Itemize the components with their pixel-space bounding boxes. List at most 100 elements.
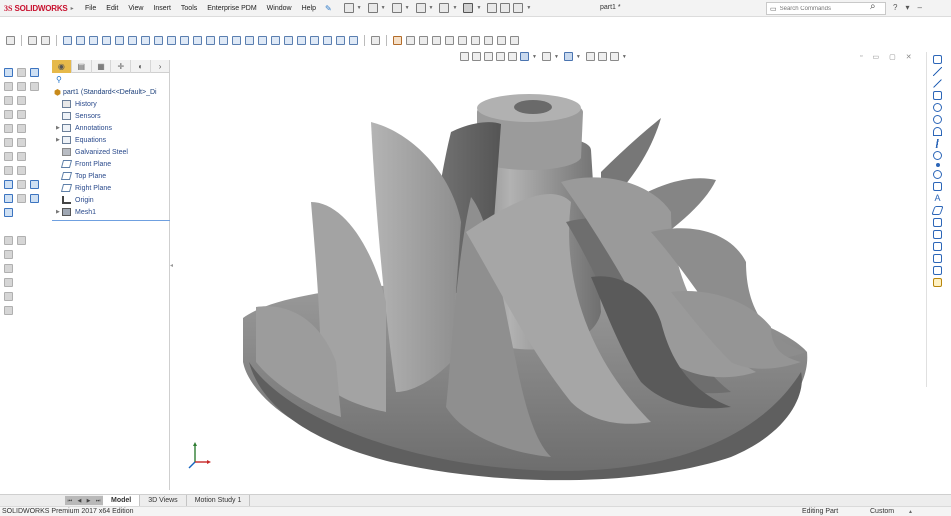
apply-scene-icon[interactable] [484,35,493,45]
tree-item-mesh1[interactable]: ▶ Mesh1 [56,206,169,218]
chevron-down-icon[interactable]: ▼ [622,54,627,60]
resources-icon[interactable] [933,55,942,64]
cut-tool-icon[interactable] [17,81,26,91]
chevron-down-icon[interactable]: ▼ [429,5,434,11]
tab-motion-study-1[interactable]: Motion Study 1 [187,495,251,506]
feature-tree-root[interactable]: ⬢ part1 (Standard<<Default>_Di [52,86,169,98]
menu-insert[interactable]: Insert [148,0,176,17]
chevron-down-icon[interactable]: ▼ [476,5,481,11]
view-orientation-icon[interactable] [520,52,529,61]
pin-icon[interactable]: ✎ [325,4,332,13]
reference-tool-icon[interactable] [4,137,13,147]
rebuild-icon[interactable] [487,3,498,13]
reference-geometry-icon[interactable] [63,35,72,45]
wrap-icon[interactable] [284,35,293,45]
draft-tool-icon[interactable] [17,109,26,119]
dynamic-annotation-icon[interactable] [508,52,517,61]
display-relations-icon[interactable] [933,266,942,275]
zoom-to-area-icon[interactable] [472,52,481,61]
chevron-down-icon[interactable]: ▾ [905,3,909,12]
offset-entities-icon[interactable] [933,182,942,191]
text-icon[interactable]: A [933,194,942,203]
linear-pattern-icon[interactable] [933,254,942,263]
menu-window[interactable]: Window [262,0,297,17]
chevron-down-icon[interactable]: ▼ [576,54,581,60]
shell-tool-icon[interactable] [4,109,13,119]
tab-3d-views[interactable]: 3D Views [140,495,187,506]
tile-icon[interactable]: ▭ [872,53,879,61]
dimxpert-tab-icon[interactable]: ✛ [111,60,132,73]
tool-c-icon[interactable] [4,249,13,259]
last-tab-icon[interactable]: ⏭ [96,498,101,504]
previous-view-icon[interactable] [484,52,493,61]
trim-icon[interactable] [933,230,942,239]
file-properties-icon[interactable] [500,3,511,13]
fillet-icon[interactable] [167,35,176,45]
move-tool-icon[interactable] [17,151,26,161]
combine-tool-icon[interactable] [17,165,26,175]
intersect-tool-icon[interactable] [17,123,26,133]
hole-wizard-icon[interactable] [271,35,280,45]
select-icon[interactable] [41,35,50,45]
restore-icon[interactable]: ▫ [860,53,862,61]
pattern-icon[interactable] [245,35,254,45]
edit-appearance-icon[interactable] [471,35,480,45]
menu-edit[interactable]: Edit [101,0,123,17]
arc-icon[interactable] [933,127,942,136]
mirror-icon[interactable] [232,35,241,45]
point-icon[interactable] [89,35,98,45]
zoom-to-fit-icon[interactable] [460,52,469,61]
scene-icon[interactable] [406,35,415,45]
tool-g-icon[interactable] [4,305,13,315]
convert-entities-icon[interactable] [933,218,942,227]
mesh-prep-icon[interactable] [17,193,26,203]
view-settings-icon[interactable] [609,52,619,61]
dimension-tool-icon[interactable] [17,67,26,77]
tree-item-annotations[interactable]: ▶ Annotations [56,122,169,134]
chevron-right-icon[interactable]: › [151,60,169,73]
intersect-icon[interactable] [310,35,319,45]
mirror-entities-icon[interactable] [933,242,942,251]
open-folder-icon[interactable] [367,3,378,13]
menu-file[interactable]: File [80,0,101,17]
sketch-fillet-icon[interactable] [933,170,942,179]
chevron-down-icon[interactable]: ▼ [452,5,457,11]
delete-face-icon[interactable] [349,35,358,45]
menu-view[interactable]: View [123,0,148,17]
scan-to-3d-icon[interactable] [4,179,13,189]
appearance-icon[interactable] [393,35,402,45]
chevron-down-icon[interactable]: ▼ [381,5,386,11]
collapse-toolbar-icon[interactable] [6,35,15,45]
dome-icon[interactable] [297,35,306,45]
slot-icon[interactable] [933,79,942,88]
wrap-tool-icon[interactable] [4,123,13,133]
chevron-down-icon[interactable]: ▼ [405,5,410,11]
first-tab-icon[interactable]: ⏮ [68,498,73,504]
menu-tools[interactable]: Tools [176,0,202,17]
filter-icon[interactable]: ⚲ [52,73,169,86]
filter-icon[interactable] [28,35,37,45]
search-input[interactable] [779,5,870,12]
tab-model[interactable]: Model [103,495,141,506]
minimize-icon[interactable]: – [917,3,921,12]
next-tab-icon[interactable]: ▶ [87,498,91,504]
chevron-down-icon[interactable]: ▼ [357,5,362,11]
quick-snaps-icon[interactable] [933,278,942,287]
search-scope-icon[interactable]: ▭ [767,5,780,13]
tree-item-sensors[interactable]: Sensors [56,110,169,122]
curves-icon[interactable] [258,35,267,45]
print-icon[interactable] [415,3,426,13]
mesh-tool-icon[interactable] [30,67,39,77]
tree-item-front-plane[interactable]: Front Plane [56,158,169,170]
spline-icon[interactable] [933,139,942,148]
circle-icon[interactable] [933,115,942,124]
tree-item-right-plane[interactable]: Right Plane [56,182,169,194]
curves-tool-icon[interactable] [17,137,26,147]
chevron-down-icon[interactable]: ▼ [526,5,531,11]
tool-d-icon[interactable] [4,263,13,273]
rib-icon[interactable] [206,35,215,45]
view-settings-icon[interactable] [497,35,506,45]
section-view-icon[interactable] [432,35,441,45]
feature-tree-tab-icon[interactable]: ◉ [52,60,72,73]
menu-enterprise-pdm[interactable]: Enterprise PDM [202,0,261,17]
